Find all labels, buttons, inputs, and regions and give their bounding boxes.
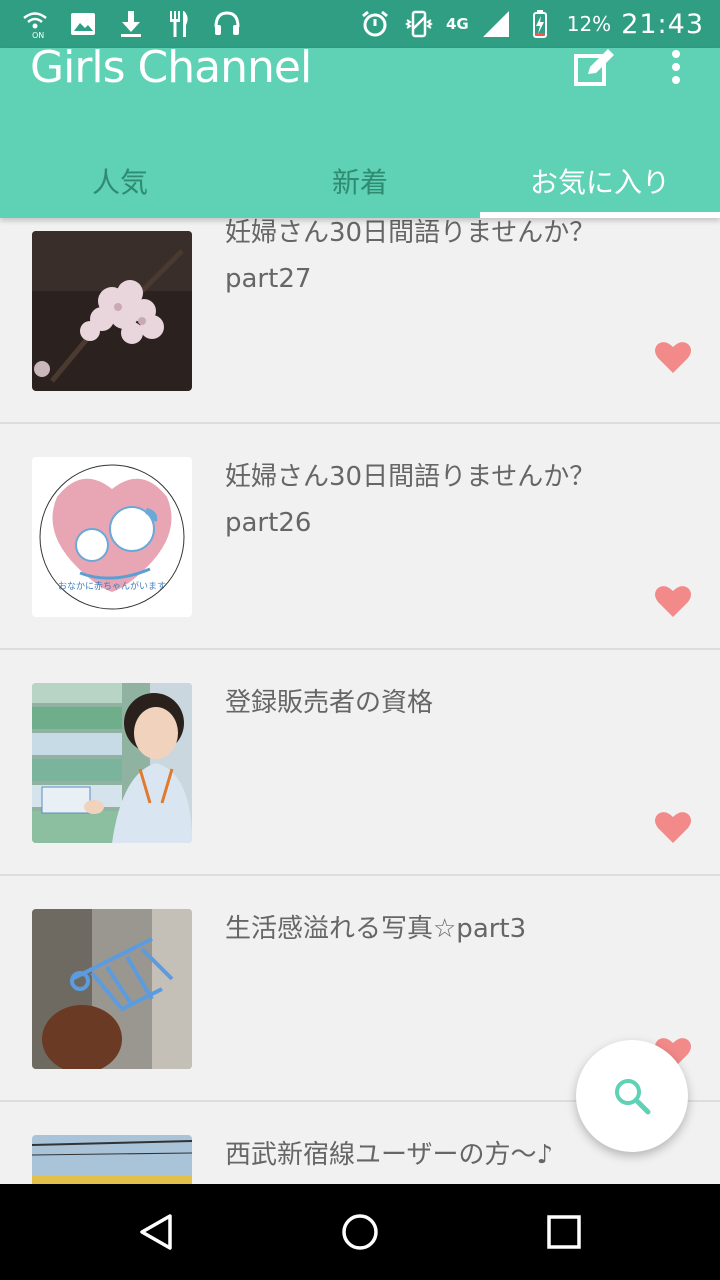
- network-type: 4G: [445, 15, 469, 33]
- heart-icon[interactable]: [654, 584, 692, 618]
- back-icon[interactable]: [136, 1212, 176, 1252]
- status-right-icons: 4G 12% 21:43: [358, 7, 704, 41]
- maternity-mark-label: おなかに赤ちゃんがいます: [58, 580, 166, 592]
- status-bar: ON 4G 12% 21:43: [0, 0, 720, 48]
- cherry-blossom-thumbnail: [32, 231, 192, 391]
- search-fab[interactable]: [576, 1040, 688, 1152]
- maternity-mark-thumbnail: おなかに赤ちゃんがいます: [32, 457, 192, 617]
- restaurant-icon: [162, 7, 196, 41]
- download-icon: [114, 7, 148, 41]
- train-thumbnail: [32, 1135, 192, 1184]
- tab-new[interactable]: 新着: [240, 143, 480, 218]
- list-item[interactable]: 妊婦さん30日間語りませんか？part27: [0, 218, 720, 424]
- clock: 21:43: [621, 8, 704, 40]
- topic-title[interactable]: 生活感溢れる写真☆part3: [225, 906, 665, 952]
- alarm-icon: [358, 7, 392, 41]
- topic-list[interactable]: 妊婦さん30日間語りませんか？part27 おなかに赤ちゃんがいます 妊婦さん3…: [0, 218, 720, 1184]
- tab-indicator: [480, 212, 720, 218]
- vibrate-icon: [402, 7, 436, 41]
- tab-favorites[interactable]: お気に入り: [480, 143, 720, 218]
- app-bar: Girls Channel 人気 新着 お気に入り: [0, 42, 720, 218]
- list-item[interactable]: 登録販売者の資格: [0, 652, 720, 876]
- tab-popular[interactable]: 人気: [0, 143, 240, 218]
- search-icon: [615, 1079, 651, 1115]
- svg-text:ON: ON: [32, 31, 44, 39]
- signal-icon: [479, 7, 513, 41]
- more-vert-icon[interactable]: [656, 48, 696, 88]
- edit-icon[interactable]: [572, 48, 618, 88]
- navigation-bar: [0, 1184, 720, 1280]
- topic-title[interactable]: 登録販売者の資格: [225, 680, 665, 726]
- home-icon[interactable]: [340, 1212, 380, 1252]
- recents-icon[interactable]: [544, 1212, 584, 1252]
- hanger-thumbnail: [32, 909, 192, 1069]
- topic-title[interactable]: 妊婦さん30日間語りませんか？part26: [225, 454, 665, 546]
- list-item[interactable]: おなかに赤ちゃんがいます 妊婦さん30日間語りませんか？part26: [0, 426, 720, 650]
- headset-icon: [210, 7, 244, 41]
- heart-icon[interactable]: [654, 810, 692, 844]
- heart-icon[interactable]: [654, 340, 692, 374]
- status-left-icons: ON: [18, 7, 244, 41]
- battery-icon: [523, 7, 557, 41]
- battery-percent: 12%: [566, 12, 612, 36]
- topic-title[interactable]: 妊婦さん30日間語りませんか？part27: [225, 218, 665, 302]
- image-icon: [66, 7, 100, 41]
- wifi-calling-icon: ON: [18, 7, 52, 41]
- tab-bar: 人気 新着 お気に入り: [0, 143, 720, 218]
- pharmacy-clerk-thumbnail: [32, 683, 192, 843]
- app-title: Girls Channel: [30, 42, 312, 93]
